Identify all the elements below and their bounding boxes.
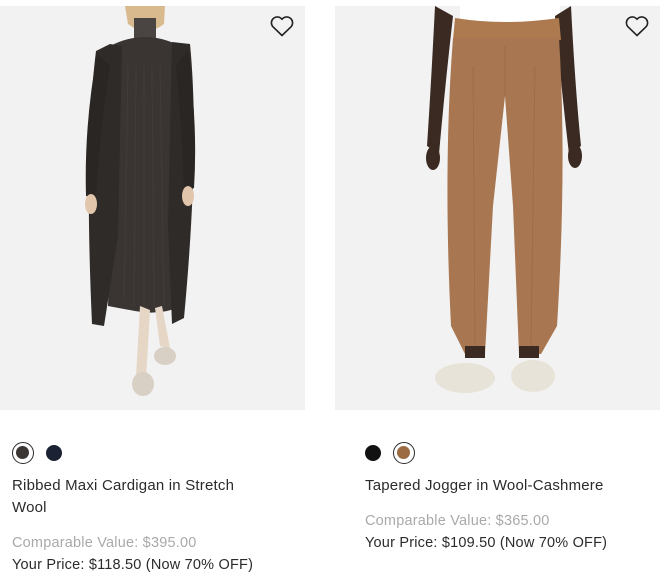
jogger-model-image	[335, 6, 660, 410]
your-price: Your Price: $118.50 (Now 70% OFF)	[12, 557, 254, 573]
swatch-dot	[397, 446, 410, 459]
product-card-cardigan: Ribbed Maxi Cardigan in Stretch Wool Com…	[0, 6, 305, 573]
heart-outline-icon[interactable]	[269, 14, 295, 38]
color-swatches	[12, 442, 62, 464]
swatch-black[interactable]	[365, 445, 381, 461]
product-name[interactable]: Ribbed Maxi Cardigan in Stretch Wool	[12, 475, 272, 519]
product-image[interactable]	[335, 6, 660, 410]
comparable-value: Comparable Value: $365.00	[365, 513, 550, 529]
swatch-navy[interactable]	[46, 445, 62, 461]
product-grid: Ribbed Maxi Cardigan in Stretch Wool Com…	[0, 0, 668, 580]
swatch-charcoal[interactable]	[12, 442, 34, 464]
heart-outline-icon[interactable]	[624, 14, 650, 38]
comparable-value: Comparable Value: $395.00	[12, 535, 197, 551]
cardigan-model-image	[0, 6, 305, 410]
swatch-camel[interactable]	[393, 442, 415, 464]
color-swatches	[365, 442, 415, 464]
swatch-dot	[16, 446, 29, 459]
product-card-jogger: Tapered Jogger in Wool-Cashmere Comparab…	[335, 6, 660, 551]
product-image[interactable]	[0, 6, 305, 410]
product-name[interactable]: Tapered Jogger in Wool-Cashmere	[365, 475, 655, 497]
your-price: Your Price: $109.50 (Now 70% OFF)	[365, 535, 608, 551]
